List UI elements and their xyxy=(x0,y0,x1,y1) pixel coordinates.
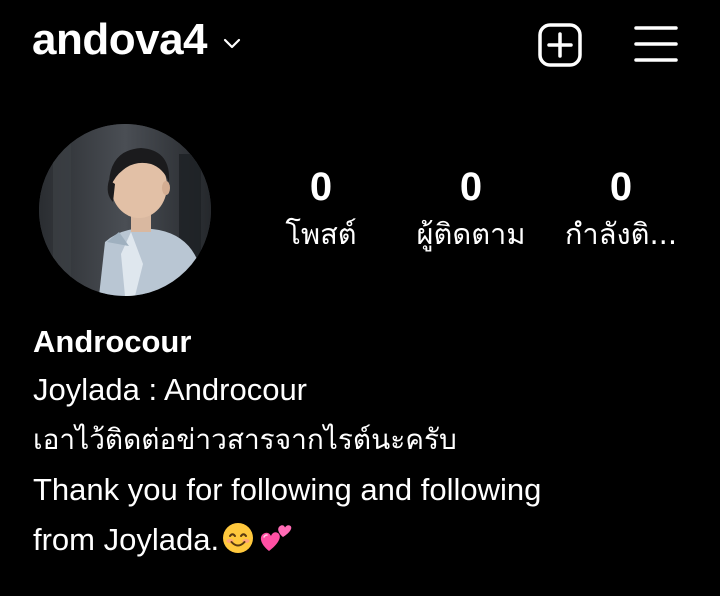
followers-stat[interactable]: 0 ผู้ติดตาม xyxy=(396,162,546,256)
bio-line-4-text: from Joylada. xyxy=(33,522,220,557)
plus-square-icon xyxy=(538,23,582,67)
smiling-face-emoji xyxy=(221,520,255,570)
top-bar: andova4 xyxy=(0,0,720,86)
account-switcher[interactable]: andova4 xyxy=(32,12,243,68)
bio-line-2: เอาไว้ติดต่อข่าวสารจากไรต์นะครับ xyxy=(33,423,457,456)
posts-label: โพสต์ xyxy=(285,217,357,251)
followers-count: 0 xyxy=(459,165,483,209)
profile-photo xyxy=(39,124,211,296)
new-post-button[interactable] xyxy=(536,21,584,69)
profile-avatar[interactable] xyxy=(39,124,211,296)
hamburger-menu-icon xyxy=(634,26,678,62)
following-stat[interactable]: 0 กำลังติ... xyxy=(546,162,696,256)
bio-line-4: from Joylada. xyxy=(33,515,703,570)
profile-stats: 0 โพสต์ 0 ผู้ติดตาม 0 กำลังติ... xyxy=(246,162,696,272)
two-hearts-emoji xyxy=(257,517,295,570)
username: andova4 xyxy=(32,15,208,64)
following-label: กำลังติ... xyxy=(564,217,678,251)
posts-count: 0 xyxy=(309,165,333,209)
bio-line-3: Thank you for following and following xyxy=(33,472,542,507)
following-count: 0 xyxy=(609,165,633,209)
followers-label: ผู้ติดตาม xyxy=(416,217,526,251)
profile-bio: Androcour Joylada : Androcour เอาไว้ติดต… xyxy=(33,319,703,570)
bio-line-1: Joylada : Androcour xyxy=(33,372,308,407)
menu-button[interactable] xyxy=(632,22,680,66)
display-name: Androcour xyxy=(33,324,192,359)
chevron-down-icon xyxy=(221,32,243,54)
posts-stat[interactable]: 0 โพสต์ xyxy=(246,162,396,256)
